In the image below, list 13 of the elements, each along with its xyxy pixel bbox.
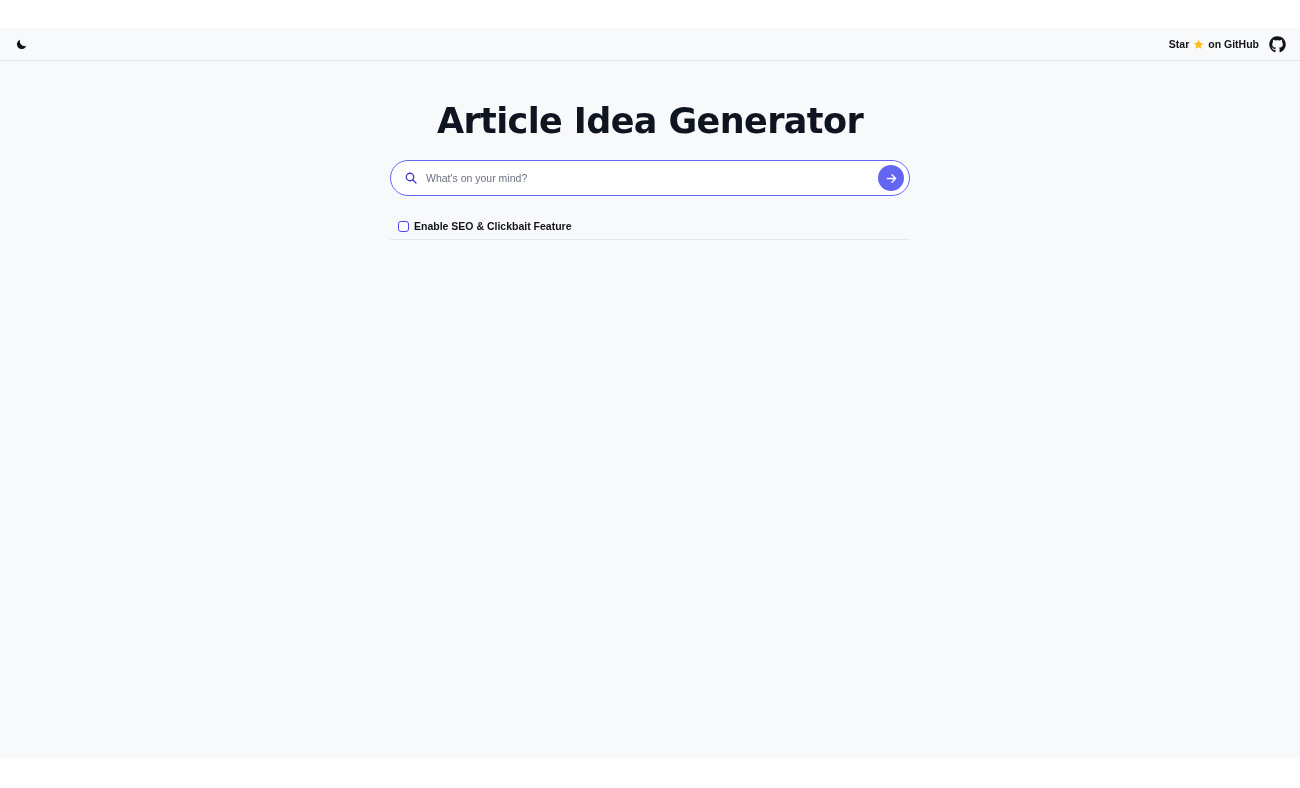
star-icon (1193, 38, 1205, 50)
theme-toggle-button[interactable] (14, 37, 28, 51)
moon-icon (14, 37, 28, 51)
search-field[interactable]: What's on your mind? (426, 168, 869, 188)
checkbox[interactable] (398, 220, 409, 232)
submit-button[interactable] (878, 165, 904, 191)
page-title: Article Idea Generator (436, 100, 864, 143)
checkbox-label[interactable]: Enable SEO & Clickbait Feature (414, 218, 572, 234)
search-bar[interactable]: What's on your mind? (390, 160, 910, 196)
arrow-right-icon (885, 172, 897, 184)
github-icon[interactable] (1269, 35, 1286, 53)
search-icon (405, 172, 417, 184)
github-star-link[interactable]: Star on GitHub (1168, 38, 1259, 50)
